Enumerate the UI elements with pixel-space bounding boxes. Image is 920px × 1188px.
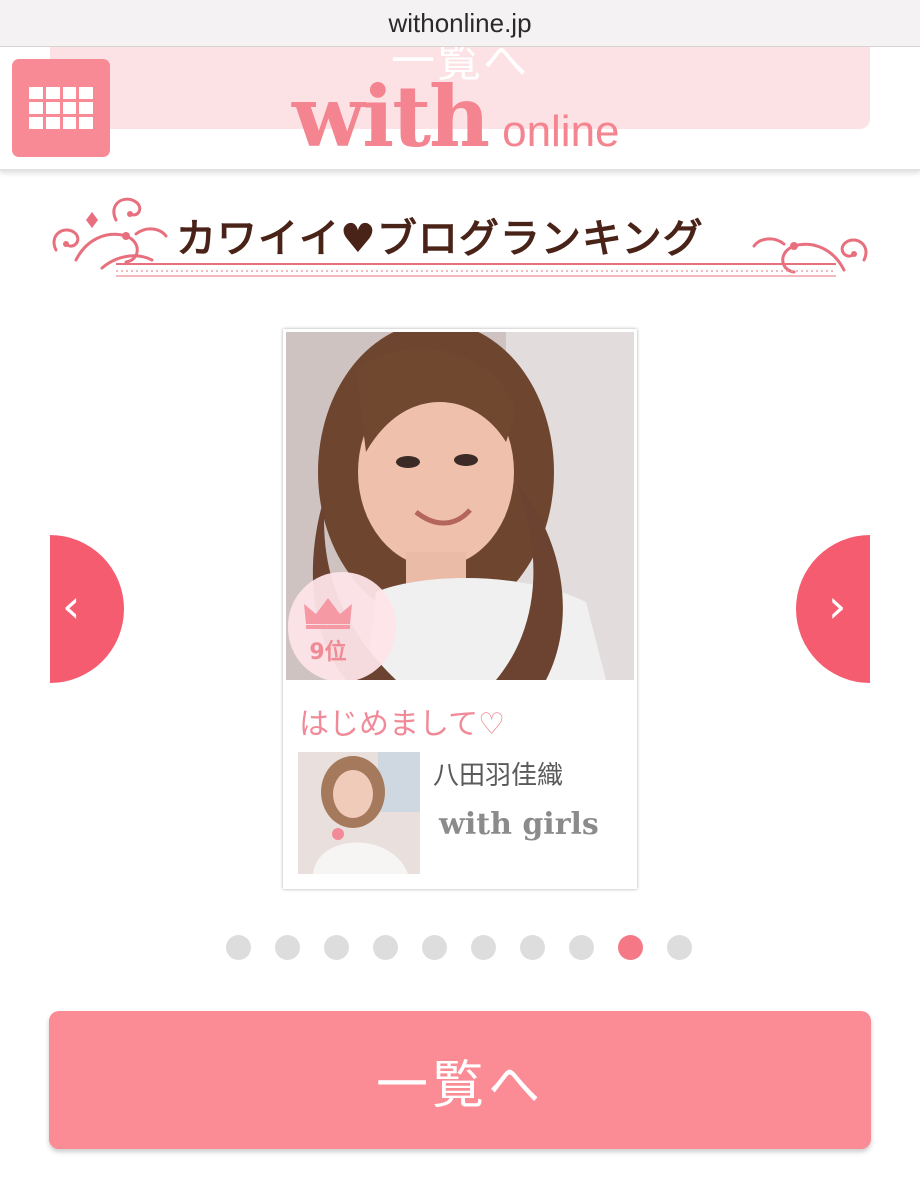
pagination-dot-active[interactable] (618, 935, 643, 960)
rank-badge: 9位 (288, 572, 396, 680)
chevron-right-icon: › (828, 579, 847, 633)
section-header: カワイイ♥ブログランキング (46, 190, 874, 282)
site-logo[interactable]: with online (292, 71, 620, 163)
pagination-dot[interactable] (471, 935, 496, 960)
author-name[interactable]: 八田羽佳織 (433, 755, 563, 792)
pagination-dot[interactable] (667, 935, 692, 960)
pagination-dot[interactable] (422, 935, 447, 960)
url-text: withonline.jp (388, 7, 532, 38)
logo-main: with (292, 67, 490, 166)
author-thumbnail[interactable] (298, 752, 420, 874)
site-header: 一覧へ with online (0, 47, 920, 171)
carousel-pagination (226, 935, 696, 961)
view-list-label: 一覧へ (375, 1055, 544, 1116)
author-avatar (298, 752, 420, 874)
pagination-dot[interactable] (226, 935, 251, 960)
pagination-dot[interactable] (324, 935, 349, 960)
blog-photo[interactable]: 9位 (286, 332, 634, 680)
section-title: カワイイ♥ブログランキング (176, 216, 704, 262)
pagination-dot[interactable] (569, 935, 594, 960)
view-list-button[interactable]: 一覧へ (49, 1011, 871, 1149)
browser-url-bar[interactable]: withonline.jp (0, 0, 920, 47)
chevron-left-icon: ‹ (62, 579, 81, 633)
post-title[interactable]: はじめまして♡ (299, 699, 505, 743)
pagination-dot[interactable] (520, 935, 545, 960)
logo-sub: online (502, 107, 620, 156)
rank-number: 9位 (309, 640, 347, 665)
carousel-prev-button[interactable]: ‹ (50, 535, 124, 683)
ranking-card[interactable]: 9位 はじめまして♡ 八田羽佳織 with girls (283, 329, 637, 889)
brand-label: with girls (439, 807, 599, 842)
pagination-dot[interactable] (373, 935, 398, 960)
grid-menu-icon (29, 87, 93, 129)
crown-icon (304, 598, 352, 629)
menu-button[interactable] (12, 59, 110, 157)
pagination-dot[interactable] (275, 935, 300, 960)
carousel-next-button[interactable]: › (796, 535, 870, 683)
